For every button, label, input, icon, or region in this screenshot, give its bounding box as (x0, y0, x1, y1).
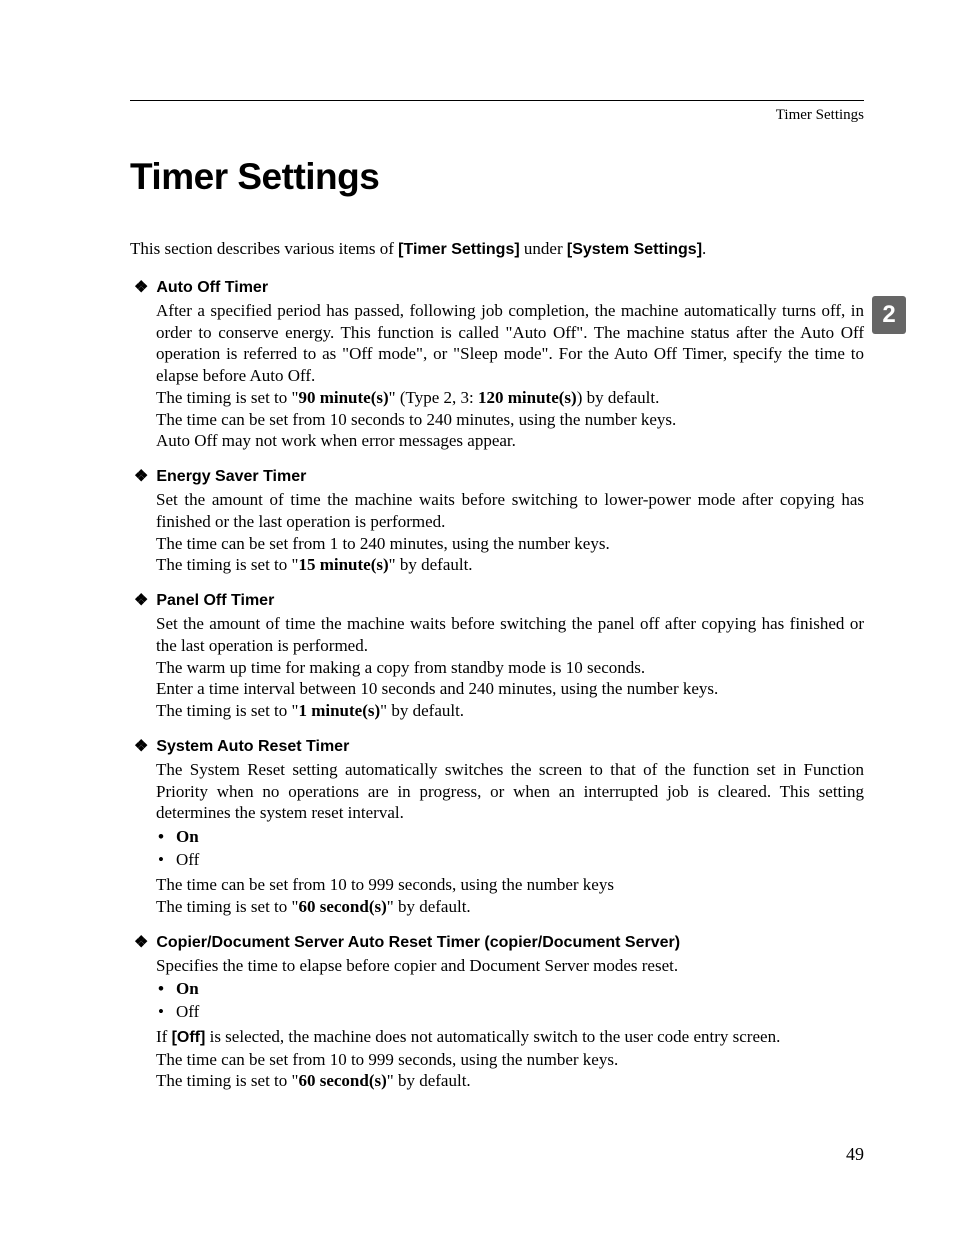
body-bold: 60 second(s) (298, 897, 386, 916)
section-body: If [Off] is selected, the machine does n… (156, 1026, 864, 1092)
body-paragraph: The time can be set from 10 to 999 secon… (156, 875, 614, 894)
diamond-icon: ❖ (134, 277, 148, 297)
body-text: The timing is set to " (156, 555, 298, 574)
body-bold: 120 minute(s) (478, 388, 577, 407)
section-body: After a specified period has passed, fol… (156, 300, 864, 452)
option-list: On Off (156, 978, 864, 1024)
section-body: Specifies the time to elapse before copi… (156, 955, 864, 977)
body-paragraph: The time can be set from 10 to 999 secon… (156, 1050, 618, 1069)
body-text: " by default. (387, 897, 471, 916)
body-bold: 15 minute(s) (298, 555, 388, 574)
intro-bold-1: [Timer Settings] (398, 241, 520, 258)
document-page: Timer Settings 2 Timer Settings This sec… (0, 0, 954, 1166)
intro-bold-2: [System Settings] (567, 241, 702, 258)
body-paragraph: After a specified period has passed, fol… (156, 301, 864, 385)
running-header: Timer Settings (130, 107, 864, 124)
chapter-tab-badge: 2 (872, 296, 906, 334)
section-heading: ❖ Copier/Document Server Auto Reset Time… (130, 932, 864, 952)
diamond-icon: ❖ (134, 736, 148, 756)
intro-text: This section describes various items of (130, 239, 398, 258)
option-off: Off (156, 1001, 864, 1024)
section-heading-text: System Auto Reset Timer (156, 738, 349, 756)
body-text: is selected, the machine does not automa… (205, 1027, 780, 1046)
section-heading: ❖ Auto Off Timer (130, 277, 864, 297)
section-panel-off-timer: ❖ Panel Off Timer Set the amount of time… (130, 590, 864, 722)
diamond-icon: ❖ (134, 466, 148, 486)
intro-text: . (702, 239, 706, 258)
page-number: 49 (846, 1144, 864, 1165)
section-system-auto-reset-timer: ❖ System Auto Reset Timer The System Res… (130, 736, 864, 918)
body-text: " by default. (387, 1071, 471, 1090)
section-energy-saver-timer: ❖ Energy Saver Timer Set the amount of t… (130, 466, 864, 576)
body-text: The timing is set to " (156, 388, 298, 407)
option-on: On (156, 978, 864, 1001)
section-body: Set the amount of time the machine waits… (156, 489, 864, 576)
body-paragraph: The time can be set from 10 seconds to 2… (156, 410, 676, 429)
section-heading-text: Auto Off Timer (156, 279, 268, 297)
body-bold: 90 minute(s) (298, 388, 388, 407)
body-bold: [Off] (172, 1029, 206, 1046)
option-off: Off (156, 849, 864, 872)
body-paragraph: Set the amount of time the machine waits… (156, 614, 864, 655)
section-body: The System Reset setting automatically s… (156, 759, 864, 824)
section-heading: ❖ Energy Saver Timer (130, 466, 864, 486)
section-body: Set the amount of time the machine waits… (156, 613, 864, 722)
body-paragraph: The time can be set from 1 to 240 minute… (156, 534, 610, 553)
section-heading-text: Panel Off Timer (156, 592, 274, 610)
section-heading: ❖ System Auto Reset Timer (130, 736, 864, 756)
page-title: Timer Settings (130, 156, 864, 198)
body-text: The timing is set to " (156, 701, 298, 720)
section-body: The time can be set from 10 to 999 secon… (156, 874, 864, 918)
body-text: The timing is set to " (156, 1071, 298, 1090)
body-paragraph: Set the amount of time the machine waits… (156, 490, 864, 531)
body-text: ) by default. (577, 388, 660, 407)
option-list: On Off (156, 826, 864, 872)
section-auto-off-timer: ❖ Auto Off Timer After a specified perio… (130, 277, 864, 452)
section-heading: ❖ Panel Off Timer (130, 590, 864, 610)
body-paragraph: Enter a time interval between 10 seconds… (156, 679, 718, 698)
body-bold: 1 minute(s) (298, 701, 380, 720)
intro-paragraph: This section describes various items of … (130, 238, 864, 261)
section-heading-text: Copier/Document Server Auto Reset Timer … (156, 934, 680, 952)
body-text: The timing is set to " (156, 897, 298, 916)
header-rule (130, 100, 864, 101)
body-text: " by default. (389, 555, 473, 574)
section-copier-auto-reset-timer: ❖ Copier/Document Server Auto Reset Time… (130, 932, 864, 1093)
diamond-icon: ❖ (134, 590, 148, 610)
body-paragraph: The warm up time for making a copy from … (156, 658, 645, 677)
intro-text: under (520, 239, 567, 258)
diamond-icon: ❖ (134, 932, 148, 952)
option-on: On (156, 826, 864, 849)
body-text: " by default. (380, 701, 464, 720)
body-text: " (Type 2, 3: (389, 388, 478, 407)
body-paragraph: Auto Off may not work when error message… (156, 431, 516, 450)
body-text: If (156, 1027, 172, 1046)
body-bold: 60 second(s) (298, 1071, 386, 1090)
section-heading-text: Energy Saver Timer (156, 468, 306, 486)
